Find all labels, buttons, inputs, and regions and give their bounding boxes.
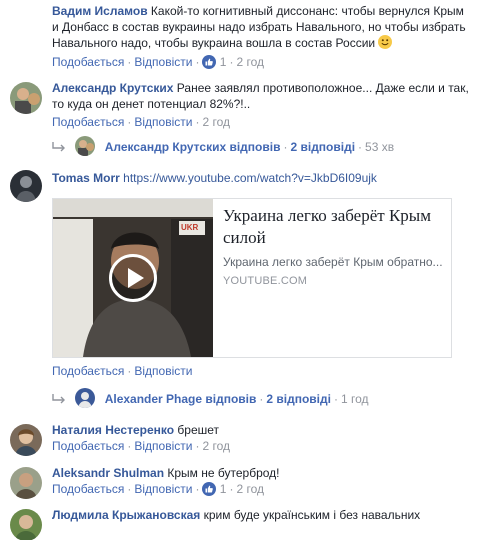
comment-body: Александр Крутских Ранее заявлял противо… xyxy=(52,80,472,112)
like-link[interactable]: Подобається xyxy=(52,55,124,69)
like-count-icon[interactable] xyxy=(202,482,217,496)
comment-author[interactable]: Tomas Morr xyxy=(52,171,120,185)
reply-author[interactable]: Alexander Phage відповів xyxy=(105,392,257,406)
like-count: 1 xyxy=(219,55,227,69)
avatar[interactable] xyxy=(10,467,42,499)
separator: · xyxy=(195,115,200,129)
preview-description: Украина легко заберёт Крым обратно... xyxy=(223,255,443,269)
comment-body: Вадим Исламов Какой-то когнитивный диссо… xyxy=(52,3,472,51)
reply-count[interactable]: 2 відповіді xyxy=(266,392,331,406)
separator: · xyxy=(229,482,234,496)
separator: · xyxy=(127,439,132,453)
reply-link[interactable]: Відповісти xyxy=(134,482,192,496)
comment-time[interactable]: 2 год xyxy=(236,482,264,496)
separator: · xyxy=(283,140,288,154)
comment-author[interactable]: Александр Крутских xyxy=(52,81,173,95)
preview-domain: YOUTUBE.COM xyxy=(223,275,308,287)
comment-time[interactable]: 2 год xyxy=(236,55,264,69)
comment-actions: Подобається · Відповісти · 2 год xyxy=(52,115,230,129)
comment-text: Крым не бутерброд! xyxy=(167,466,280,480)
separator: · xyxy=(127,55,132,69)
comment-author[interactable]: Aleksandr Shulman xyxy=(52,466,164,480)
separator: · xyxy=(358,140,363,154)
smile-emoji-icon xyxy=(378,35,393,49)
separator: · xyxy=(127,482,132,496)
comment-actions: Подобається · Відповісти · 1 · 2 год xyxy=(52,55,264,69)
comment-body: Tomas Morr https://www.youtube.com/watch… xyxy=(52,170,472,186)
like-link[interactable]: Подобається xyxy=(52,115,124,129)
comment-actions: Подобається · Відповісти · 1 · 2 год xyxy=(52,482,264,496)
comment-actions: Подобається · Відповісти xyxy=(52,364,192,378)
comment-time[interactable]: 2 год xyxy=(202,439,230,453)
like-link[interactable]: Подобається xyxy=(52,364,124,378)
replies-summary[interactable]: Alexander Phage відповів · 2 відповіді · 1 г… xyxy=(52,388,369,408)
comment-author[interactable]: Людмила Крыжановская xyxy=(52,508,200,522)
separator: · xyxy=(195,439,200,453)
comment-author[interactable]: Вадим Исламов xyxy=(52,4,148,18)
separator: · xyxy=(195,482,200,496)
comment-text: брешет xyxy=(177,423,220,437)
reply-link[interactable]: Відповісти xyxy=(134,55,192,69)
separator: · xyxy=(259,392,264,406)
avatar[interactable] xyxy=(10,424,42,456)
comment-body: Людмила Крыжановская крим буде українськ… xyxy=(52,507,472,523)
reply-arrow-icon xyxy=(52,142,65,152)
comment-actions: Подобається · Відповісти · 2 год xyxy=(52,439,230,453)
separator: · xyxy=(195,55,200,69)
reply-time: 1 год xyxy=(340,392,369,406)
link-preview[interactable]: UKR Украина легко заберёт Крым силой Укр… xyxy=(52,198,452,358)
reply-avatar xyxy=(75,136,96,156)
reply-time: 53 хв xyxy=(365,140,395,154)
reply-author[interactable]: Александр Крутских відповів xyxy=(105,140,281,154)
play-icon[interactable] xyxy=(109,254,157,302)
avatar[interactable] xyxy=(10,170,42,202)
separator: · xyxy=(333,392,338,406)
like-link[interactable]: Подобається xyxy=(52,482,124,496)
comment-body: Наталия Нестеренко брешет xyxy=(52,422,472,438)
reply-avatar xyxy=(75,388,96,408)
comment-author[interactable]: Наталия Нестеренко xyxy=(52,423,174,437)
like-count-icon[interactable] xyxy=(202,55,217,69)
separator: · xyxy=(127,364,132,378)
like-link[interactable]: Подобається xyxy=(52,439,124,453)
separator: · xyxy=(127,115,132,129)
reply-count[interactable]: 2 відповіді xyxy=(290,140,355,154)
like-count: 1 xyxy=(219,482,227,496)
reply-link[interactable]: Відповісти xyxy=(134,439,192,453)
separator: · xyxy=(229,55,234,69)
comment-link[interactable]: https://www.youtube.com/watch?v=JkbD6I09… xyxy=(123,171,377,185)
comment-body: Aleksandr Shulman Крым не бутерброд! xyxy=(52,465,472,481)
reply-link[interactable]: Відповісти xyxy=(134,364,192,378)
preview-title[interactable]: Украина легко заберёт Крым силой xyxy=(223,205,448,249)
video-thumbnail[interactable]: UKR xyxy=(53,199,213,357)
comment-text: крим буде українським і без навальних xyxy=(203,508,421,522)
reply-arrow-icon xyxy=(52,394,65,404)
replies-summary[interactable]: Александр Крутских відповів · 2 відповіді ·… xyxy=(52,136,394,156)
reply-link[interactable]: Відповісти xyxy=(134,115,192,129)
avatar[interactable] xyxy=(10,82,42,114)
thumb-badge: UKR xyxy=(181,223,199,232)
comment-time[interactable]: 2 год xyxy=(202,115,230,129)
avatar[interactable] xyxy=(10,509,42,540)
